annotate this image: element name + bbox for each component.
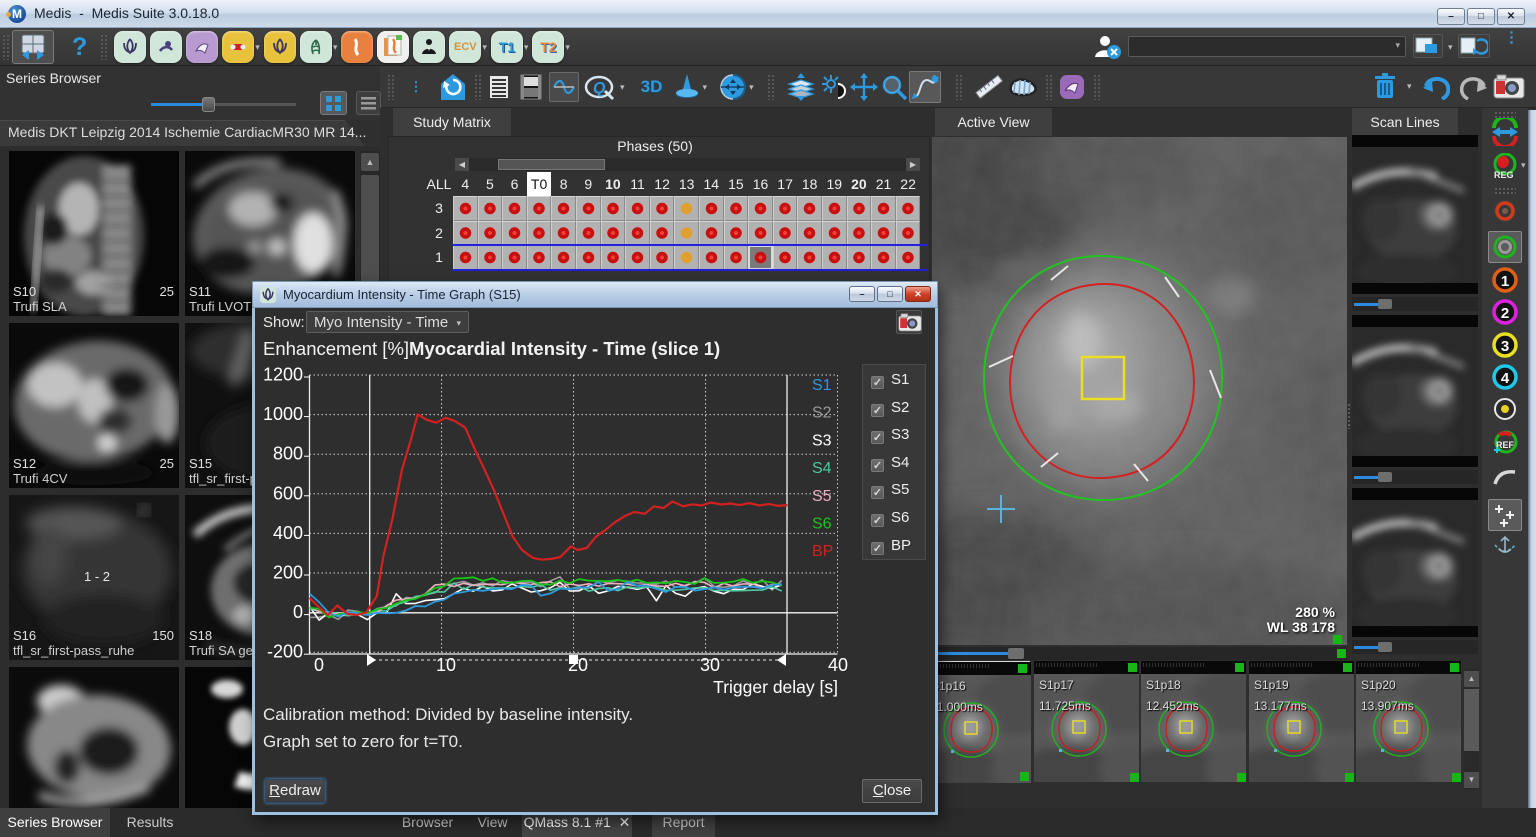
svg-text:BP: BP bbox=[812, 543, 833, 560]
svg-text:0: 0 bbox=[293, 602, 303, 622]
svg-text:600: 600 bbox=[273, 483, 303, 503]
svg-text:1200: 1200 bbox=[263, 365, 303, 385]
svg-text:REG: REG bbox=[1494, 170, 1514, 180]
svg-text:1: 1 bbox=[1501, 273, 1509, 290]
svg-text:40: 40 bbox=[828, 655, 848, 675]
svg-text:S5: S5 bbox=[812, 488, 832, 505]
svg-text:4: 4 bbox=[1501, 370, 1510, 387]
svg-text:800: 800 bbox=[273, 444, 303, 464]
svg-text:200: 200 bbox=[273, 563, 303, 583]
svg-text:1000: 1000 bbox=[263, 404, 303, 424]
svg-text:Trigger delay [s]: Trigger delay [s] bbox=[713, 677, 838, 697]
svg-text:S2: S2 bbox=[812, 405, 832, 422]
svg-text:S1: S1 bbox=[812, 377, 832, 394]
svg-text:Q: Q bbox=[593, 80, 606, 97]
svg-text:30: 30 bbox=[700, 655, 720, 675]
svg-text:-200: -200 bbox=[267, 642, 303, 662]
svg-text:400: 400 bbox=[273, 523, 303, 543]
svg-text:10: 10 bbox=[436, 655, 456, 675]
svg-text:S4: S4 bbox=[812, 460, 832, 477]
svg-text:2: 2 bbox=[1501, 305, 1509, 322]
svg-text:1 - 2: 1 - 2 bbox=[84, 569, 110, 584]
svg-text:0: 0 bbox=[314, 655, 324, 675]
svg-text:S3: S3 bbox=[812, 432, 832, 449]
svg-text:3: 3 bbox=[1501, 338, 1509, 355]
svg-text:REF: REF bbox=[1496, 440, 1515, 450]
svg-text:S6: S6 bbox=[812, 516, 832, 533]
